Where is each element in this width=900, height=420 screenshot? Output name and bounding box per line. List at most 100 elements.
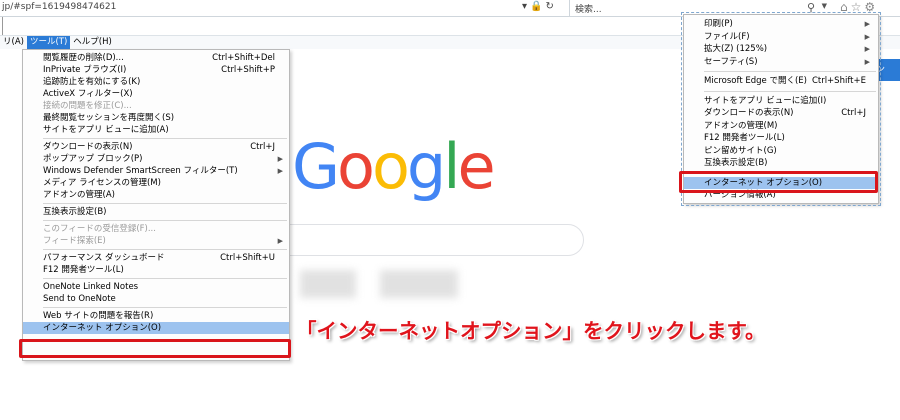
home-icon[interactable]: ⌂ xyxy=(840,0,848,14)
google-search-field[interactable] xyxy=(260,224,584,256)
tools-menu-item[interactable]: インターネット オプション(O) xyxy=(23,322,289,334)
tools-menu-item[interactable]: 閲覧履歴の削除(D)... Ctrl+Shift+Del xyxy=(23,52,289,64)
menu-item-label: 印刷(P) xyxy=(704,19,733,29)
address-icons: ▾ 🔒 ↻ xyxy=(522,1,554,12)
tools-menu-item: このフィードの受信登録(F)... xyxy=(23,223,289,235)
menu-separator xyxy=(43,249,287,250)
menubar-item[interactable]: リ(A) xyxy=(0,36,27,49)
tools-menu-item[interactable]: InPrivate ブラウズ(I) Ctrl+Shift+P xyxy=(23,64,289,76)
menu-item-label: 最終閲覧セッションを再度開く(S) xyxy=(43,113,175,123)
chevron-right-icon: ▶ xyxy=(864,57,870,66)
tools-menu-item[interactable]: Send to OneNote xyxy=(23,293,289,305)
menu-item-label: ピン留めサイト(G) xyxy=(704,145,777,156)
search-icon[interactable]: ⚲ xyxy=(807,1,815,14)
tools-menu-item[interactable]: F12 開発者ツール(L) xyxy=(23,264,289,276)
tools-menu-item[interactable]: Windows Defender SmartScreen フィルター(T) ▶ xyxy=(23,165,289,177)
gear-menu: 印刷(P) ▶ ファイル(F) ▶ 拡大(Z) (125%) ▶ セーフティ(S) ▶ Micr… xyxy=(683,14,879,204)
gear-menu-item[interactable]: ピン留めサイト(G) xyxy=(684,145,878,158)
menubar-item[interactable]: ツール(T) xyxy=(26,36,71,49)
tools-menu-item[interactable]: 最終閲覧セッションを再度開く(S) xyxy=(23,112,289,124)
gear-menu-item[interactable]: インターネット オプション(O) xyxy=(684,176,878,189)
gear-menu-item[interactable]: アドオンの管理(M) xyxy=(684,120,878,133)
menu-separator xyxy=(43,138,287,139)
tools-menu-item[interactable]: アドオンの管理(A) xyxy=(23,189,289,201)
gear-icon[interactable]: ⚙ xyxy=(864,0,875,14)
menu-item-shortcut: Ctrl+Shift+E xyxy=(811,76,866,86)
gear-menu-item[interactable]: セーフティ(S) ▶ xyxy=(684,56,878,69)
menu-item-label: ダウンロードの表示(N) xyxy=(43,142,133,152)
tools-menu-item[interactable]: ポップアップ ブロック(P) ▶ xyxy=(23,153,289,165)
google-logo-letter: e xyxy=(457,130,496,203)
tools-menu-item[interactable]: Web サイトの問題を報告(R) xyxy=(23,310,289,322)
refresh-icon[interactable]: ↻ xyxy=(545,1,553,12)
gear-menu-item[interactable]: 拡大(Z) (125%) ▶ xyxy=(684,43,878,56)
menu-item-label: 閲覧履歴の削除(D)... xyxy=(43,53,124,63)
tools-menu-item[interactable]: メディア ライセンスの管理(M) xyxy=(23,177,289,189)
favorites-star-icon[interactable]: ☆ xyxy=(851,0,862,14)
gear-menu-item[interactable]: 互換表示設定(B) xyxy=(684,157,878,170)
lock-icon[interactable]: 🔒 xyxy=(530,1,542,12)
address-url[interactable]: jp/#spf=1619498474621 xyxy=(2,2,116,12)
blurred-button xyxy=(380,270,458,298)
chevron-right-icon: ▶ xyxy=(277,167,283,175)
menu-item-shortcut: Ctrl+Shift+U xyxy=(220,253,275,263)
tools-menu-item[interactable]: パフォーマンス ダッシュボード Ctrl+Shift+U xyxy=(23,252,289,264)
search-input[interactable]: 検索... xyxy=(575,2,602,15)
menu-item-label: ActiveX フィルター(X) xyxy=(43,89,133,99)
dropdown-icon[interactable]: ▾ xyxy=(522,1,527,12)
gear-menu-item[interactable]: F12 開発者ツール(L) xyxy=(684,132,878,145)
tools-menu: 閲覧履歴の削除(D)... Ctrl+Shift+Del InPrivate ブラウ… xyxy=(22,49,290,361)
menu-item-label: フィード探索(E) xyxy=(43,236,106,246)
menu-item-label: InPrivate ブラウズ(I) xyxy=(43,65,127,75)
tools-menu-item[interactable]: サイトをアプリ ビューに追加(A) xyxy=(23,124,289,136)
menu-item-label: インターネット オプション(O) xyxy=(704,177,823,188)
gear-menu-item[interactable]: サイトをアプリ ビューに追加(I) xyxy=(684,95,878,108)
google-logo-letter: l xyxy=(443,130,460,203)
chevron-right-icon: ▶ xyxy=(277,237,283,245)
menu-item-label: このフィードの受信登録(F)... xyxy=(43,224,156,234)
menu-item-label: アドオンの管理(M) xyxy=(704,120,778,131)
tools-menu-item[interactable]: ダウンロードの表示(N) Ctrl+J xyxy=(23,141,289,153)
chevron-right-icon: ▶ xyxy=(864,20,870,28)
menu-item-shortcut: Ctrl+J xyxy=(841,108,866,118)
gear-menu-item[interactable]: Microsoft Edge で開く(E) Ctrl+Shift+E xyxy=(684,75,878,88)
menu-item-label: ファイル(F) xyxy=(704,31,750,42)
tools-menu-item[interactable]: ActiveX フィルター(X) xyxy=(23,88,289,100)
gear-menu-item[interactable]: 印刷(P) ▶ xyxy=(684,18,878,31)
menu-item-label: 互換表示設定(B) xyxy=(704,158,768,168)
toolbar-icons: ⌂ ☆ ⚙ xyxy=(840,0,875,14)
menu-item-label: ダウンロードの表示(N) xyxy=(704,108,794,118)
tab[interactable] xyxy=(0,17,3,35)
menubar-item[interactable]: ヘルプ(H) xyxy=(70,36,115,49)
menu-separator xyxy=(43,220,287,221)
menu-item-label: メディア ライセンスの管理(M) xyxy=(43,178,161,188)
menu-item-label: インターネット オプション(O) xyxy=(43,323,162,333)
tools-menu-item[interactable]: 互換表示設定(B) xyxy=(23,206,289,218)
google-logo-letter: o xyxy=(371,130,410,203)
chevron-down-icon[interactable]: ▼ xyxy=(822,2,827,10)
gear-menu-item[interactable]: バージョン情報(A) xyxy=(684,189,878,202)
tools-menu-item: 接続の問題を修正(C)... xyxy=(23,100,289,112)
gear-menu-item[interactable]: ダウンロードの表示(N) Ctrl+J xyxy=(684,107,878,120)
google-logo: Google xyxy=(292,130,496,203)
chevron-right-icon: ▶ xyxy=(864,32,870,41)
menu-item-shortcut: Ctrl+Shift+Del xyxy=(212,53,275,63)
menu-item-label: F12 開発者ツール(L) xyxy=(43,265,124,275)
menu-item-label: OneNote Linked Notes xyxy=(43,282,139,292)
menu-item-label: 互換表示設定(B) xyxy=(43,207,107,217)
google-logo-letter: G xyxy=(292,130,340,203)
menu-separator xyxy=(43,203,287,204)
tools-menu-item[interactable]: OneNote Linked Notes xyxy=(23,281,289,293)
menu-separator xyxy=(704,71,876,72)
menu-item-label: 接続の問題を修正(C)... xyxy=(43,101,132,111)
tools-menu-item[interactable]: 追跡防止を有効にする(K) xyxy=(23,76,289,88)
menu-separator xyxy=(704,90,876,92)
menu-separator xyxy=(704,172,876,174)
google-logo-letter: o xyxy=(337,130,375,203)
menu-item-label: バージョン情報(A) xyxy=(704,190,776,200)
blurred-button xyxy=(300,270,356,298)
menu-item-label: 追跡防止を有効にする(K) xyxy=(43,77,141,87)
gear-menu-item[interactable]: ファイル(F) ▶ xyxy=(684,31,878,44)
menu-item-label: サイトをアプリ ビューに追加(A) xyxy=(43,125,169,135)
menu-item-label: Web サイトの問題を報告(R) xyxy=(43,311,154,321)
